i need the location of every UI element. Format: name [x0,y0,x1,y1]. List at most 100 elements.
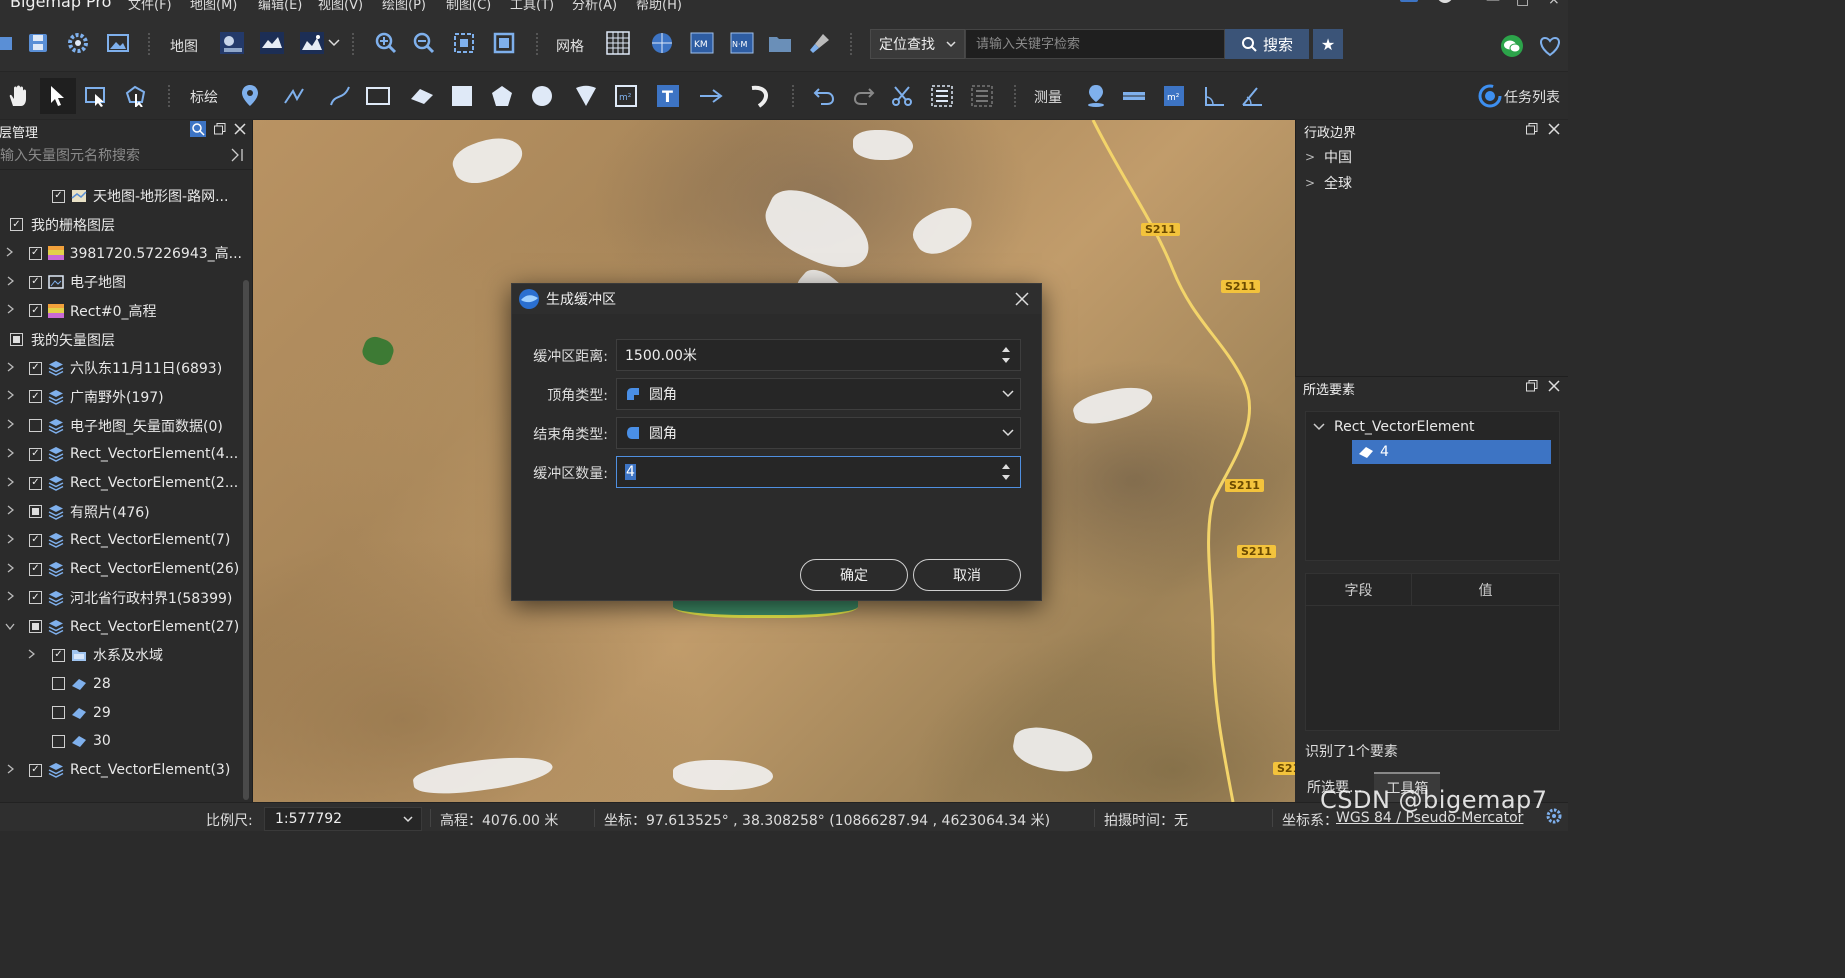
layer-tree-row[interactable]: ✓ Rect_VectorElement(3) [0,756,242,784]
chevron-right-icon[interactable] [5,304,15,317]
layer-visibility-checkbox[interactable] [52,677,65,691]
chevron-right-icon[interactable] [5,247,15,260]
layer-tree-row[interactable]: ✓ 六队东11月11日(6893) [0,354,242,382]
chevron-down-icon[interactable] [5,620,15,633]
grid-label[interactable]: 网格 [556,36,584,56]
search-button[interactable]: 搜索 [1225,29,1309,59]
layer-tree-row[interactable]: ✓ Rect_VectorElement(4... [0,440,242,468]
float-panel-icon[interactable] [1526,123,1538,139]
float-panel-icon[interactable] [214,123,226,139]
menu-edit[interactable]: 编辑(E) [258,0,302,12]
layer-visibility-checkbox[interactable] [10,333,23,346]
layer-tree-row[interactable]: ✓ 3981720.57226943_高... [0,239,242,267]
layer-visibility-checkbox[interactable]: ✓ [29,361,42,375]
screenshot-icon[interactable] [104,29,132,57]
redo-icon[interactable] [850,82,878,110]
chevron-right-icon[interactable] [5,591,15,604]
layer-visibility-checkbox[interactable] [52,734,65,748]
layer-tree-row[interactable]: 电子地图_矢量面数据(0) [0,412,242,440]
layer-tree-row[interactable]: ✓ 河北省行政村界1(58399) [0,584,242,612]
layer-list-icon[interactable] [968,82,996,110]
layer-visibility-checkbox[interactable] [29,505,42,519]
layer-visibility-checkbox[interactable]: ✓ [52,189,65,203]
grid-icon[interactable] [604,29,632,57]
menu-view[interactable]: 视图(V) [318,0,363,12]
favorite-star-button[interactable]: ★ [1313,29,1343,59]
spinner-arrows-icon[interactable] [996,340,1016,370]
corner-type-select[interactable]: 圆角 [616,378,1021,410]
buffer-count-spinbox[interactable]: 4 [616,456,1021,488]
menu-analysis[interactable]: 分析(A) [572,0,617,12]
layer-tree-row[interactable]: ✓ 我的栅格图层 [0,211,242,239]
scissors-icon[interactable] [888,82,916,110]
chevron-right-icon[interactable] [5,362,15,375]
layer-visibility-checkbox[interactable]: ✓ [29,304,42,318]
keyword-search-input[interactable] [965,29,1225,59]
pentagon-icon[interactable] [488,82,516,110]
satellite-map-icon[interactable] [218,29,246,57]
layer-tree-row[interactable]: 有照片(476) [0,498,242,526]
col-field-header[interactable]: 字段 [1306,574,1412,605]
zoom-extent-icon[interactable] [450,29,478,57]
arrow-icon[interactable] [698,82,726,110]
rectangle-icon[interactable] [364,82,392,110]
area-measure-icon[interactable]: m² [1160,82,1188,110]
zoom-in-icon[interactable] [372,29,400,57]
layer-visibility-checkbox[interactable]: ✓ [29,275,42,289]
layer-visibility-checkbox[interactable]: ✓ [29,763,42,777]
open-icon[interactable] [0,29,18,57]
rect-select-icon[interactable] [82,82,110,110]
select-arrow-icon[interactable] [40,78,76,114]
layer-tree-row[interactable]: ✓ 广南野外(197) [0,383,242,411]
save-icon[interactable] [24,29,52,57]
location-measure-icon[interactable] [1082,82,1110,110]
folder-icon[interactable] [766,29,794,57]
layer-tree-row[interactable]: ✓ Rect_VectorElement(7) [0,526,242,554]
settings-gear-icon[interactable] [64,29,92,57]
chevron-right-icon[interactable] [5,505,15,518]
layer-visibility-checkbox[interactable]: ✓ [29,533,42,547]
close-panel-icon[interactable] [234,123,246,139]
layer-tree-row[interactable]: Rect_VectorElement(27) [0,613,242,641]
selected-parent-node[interactable]: Rect_VectorElement [1306,414,1559,440]
layer-visibility-checkbox[interactable]: ✓ [29,447,42,461]
menu-draw[interactable]: 绘图(P) [382,0,426,12]
chevron-right-icon[interactable] [5,419,15,432]
pan-hand-icon[interactable] [4,82,32,110]
layer-visibility-checkbox[interactable] [52,706,65,720]
admin-item-china[interactable]: > 中国 [1296,144,1568,170]
layer-search-toggle-icon[interactable] [190,121,206,141]
notification-icon[interactable] [1398,0,1420,10]
angle-measure-icon[interactable] [1200,82,1228,110]
layer-visibility-checkbox[interactable] [29,620,42,633]
menu-file[interactable]: 文件(F) [128,0,172,12]
layer-tree-row[interactable]: ✓ 天地图-地形图-路网... [0,182,242,210]
map-label[interactable]: 地图 [170,36,198,56]
km-grid-icon[interactable]: KM [688,29,716,57]
ok-button[interactable]: 确定 [800,559,908,591]
map-dropdown-chevron-icon[interactable] [326,29,342,57]
layer-visibility-checkbox[interactable]: ✓ [29,390,42,404]
buffer-distance-spinbox[interactable]: 1500.00米 [616,339,1021,371]
layer-tree-row[interactable]: 28 [0,670,242,698]
latlng-grid-icon[interactable] [648,29,676,57]
attribute-table-icon[interactable] [928,82,956,110]
layer-visibility-checkbox[interactable]: ✓ [52,648,65,662]
col-value-header[interactable]: 值 [1412,574,1559,605]
square-icon[interactable] [448,82,476,110]
layer-search-input[interactable] [0,142,226,169]
circle-icon[interactable] [528,82,556,110]
draw-label[interactable]: 标绘 [190,87,218,107]
text-label-icon[interactable]: T [654,82,682,110]
close-panel-icon[interactable] [1548,380,1560,396]
polygon-select-icon[interactable] [122,82,150,110]
undo-icon[interactable] [810,82,838,110]
chevron-right-icon[interactable] [5,763,15,777]
wechat-icon[interactable] [1498,32,1526,60]
chevron-right-icon[interactable] [5,534,15,547]
zoom-out-icon[interactable] [410,29,438,57]
terrain-map-icon[interactable] [258,29,286,57]
crs-settings-gear-icon[interactable] [1546,808,1562,828]
measure-label[interactable]: 测量 [1034,87,1062,107]
layer-tree-row[interactable]: ✓ Rect#0_高程 [0,297,242,325]
